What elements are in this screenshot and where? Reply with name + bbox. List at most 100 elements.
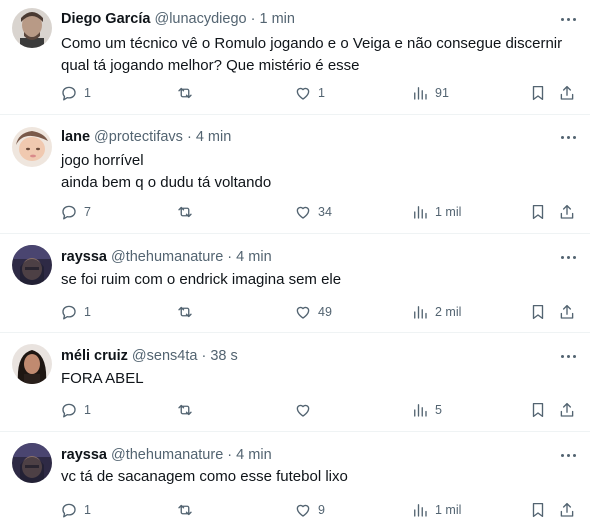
- like-button[interactable]: 49: [294, 300, 332, 324]
- tweet[interactable]: rayssa @thehumanature · 4 min se foi rui…: [0, 234, 590, 333]
- author-handle[interactable]: @thehumanature: [111, 249, 223, 265]
- tweet-text-line: FORA ABEL: [61, 370, 144, 387]
- tweet-actions: 7 34 1 mil: [0, 200, 590, 224]
- reply-icon: [62, 503, 76, 518]
- share-button[interactable]: [558, 398, 576, 422]
- timestamp[interactable]: 4 min: [196, 129, 231, 145]
- share-icon: [560, 304, 574, 319]
- reply-button[interactable]: 1: [60, 300, 91, 324]
- tweet-actions: 1 49 2 mil: [0, 300, 590, 324]
- like-button[interactable]: 9: [294, 498, 325, 522]
- avatar[interactable]: [12, 245, 52, 285]
- repost-button[interactable]: [176, 300, 200, 324]
- reply-icon: [62, 86, 76, 101]
- views-icon: [414, 404, 427, 417]
- separator: ·: [186, 129, 192, 145]
- views-count: 91: [435, 86, 449, 100]
- reply-count: 1: [84, 503, 91, 517]
- reply-button[interactable]: 1: [60, 398, 91, 422]
- bookmark-button[interactable]: [529, 200, 547, 224]
- like-count: 49: [318, 305, 332, 319]
- reply-count: 7: [84, 205, 91, 219]
- timestamp[interactable]: 38 s: [210, 348, 237, 364]
- tweet[interactable]: rayssa @thehumanature · 4 min vc tá de s…: [0, 432, 590, 528]
- repost-button[interactable]: [176, 200, 200, 224]
- avatar[interactable]: [12, 127, 52, 167]
- tweet-text: FORA ABEL: [61, 368, 566, 390]
- author-name[interactable]: rayssa: [61, 447, 107, 463]
- share-button[interactable]: [558, 81, 576, 105]
- author-handle[interactable]: @thehumanature: [111, 447, 223, 463]
- more-icon[interactable]: [558, 10, 578, 28]
- heart-icon: [296, 306, 310, 319]
- separator: ·: [227, 249, 233, 265]
- reply-icon: [62, 305, 76, 320]
- like-count: 1: [318, 86, 325, 100]
- repost-icon: [178, 206, 192, 218]
- views-button[interactable]: 1 mil: [411, 498, 461, 522]
- timestamp[interactable]: 1 min: [260, 11, 295, 27]
- share-button[interactable]: [558, 200, 576, 224]
- like-button[interactable]: [294, 398, 318, 422]
- bookmark-button[interactable]: [529, 300, 547, 324]
- repost-icon: [178, 87, 192, 99]
- like-button[interactable]: 34: [294, 200, 332, 224]
- reply-button[interactable]: 1: [60, 498, 91, 522]
- bookmark-icon: [532, 402, 544, 418]
- views-button[interactable]: 5: [411, 398, 442, 422]
- reply-icon: [62, 403, 76, 418]
- like-button[interactable]: 1: [294, 81, 325, 105]
- avatar[interactable]: [12, 8, 52, 48]
- bookmark-button[interactable]: [529, 498, 547, 522]
- share-button[interactable]: [558, 498, 576, 522]
- repost-button[interactable]: [176, 498, 200, 522]
- share-button[interactable]: [558, 300, 576, 324]
- more-icon[interactable]: [558, 248, 578, 266]
- more-icon[interactable]: [558, 128, 578, 146]
- author-handle[interactable]: @protectifavs: [94, 129, 183, 145]
- bookmark-icon: [532, 85, 544, 101]
- author-handle[interactable]: @sens4ta: [132, 348, 198, 364]
- tweet[interactable]: lane @protectifavs · 4 min jogo horrível…: [0, 115, 590, 234]
- separator: ·: [201, 348, 207, 364]
- tweet-text: jogo horrível ainda bem q o dudu tá volt…: [61, 150, 566, 194]
- reply-icon: [62, 205, 76, 220]
- views-icon: [414, 306, 427, 319]
- tweet-header: rayssa @thehumanature · 4 min: [61, 446, 550, 464]
- timestamp[interactable]: 4 min: [236, 447, 271, 463]
- repost-button[interactable]: [176, 81, 200, 105]
- author-name[interactable]: rayssa: [61, 249, 107, 265]
- tweet-text: se foi ruim com o endrick imagina sem el…: [61, 269, 566, 291]
- reply-button[interactable]: 1: [60, 81, 91, 105]
- tweet-actions: 1 5: [0, 398, 590, 422]
- bookmark-button[interactable]: [529, 398, 547, 422]
- more-icon[interactable]: [558, 347, 578, 365]
- bookmark-button[interactable]: [529, 81, 547, 105]
- more-icon[interactable]: [558, 446, 578, 464]
- views-button[interactable]: 91: [411, 81, 449, 105]
- avatar[interactable]: [12, 344, 52, 384]
- repost-button[interactable]: [176, 398, 200, 422]
- author-name[interactable]: méli cruiz: [61, 348, 128, 364]
- author-name[interactable]: lane: [61, 129, 90, 145]
- reply-count: 1: [84, 305, 91, 319]
- share-icon: [560, 204, 574, 219]
- reply-button[interactable]: 7: [60, 200, 91, 224]
- repost-icon: [178, 404, 192, 416]
- heart-icon: [296, 206, 310, 219]
- share-icon: [560, 402, 574, 417]
- views-button[interactable]: 1 mil: [411, 200, 461, 224]
- reply-feed: Diego García @lunacydiego · 1 min Como u…: [0, 0, 590, 528]
- tweet[interactable]: méli cruiz @sens4ta · 38 s FORA ABEL 1 5: [0, 333, 590, 432]
- tweet[interactable]: Diego García @lunacydiego · 1 min Como u…: [0, 0, 590, 115]
- share-icon: [560, 502, 574, 517]
- views-button[interactable]: 2 mil: [411, 300, 461, 324]
- reply-count: 1: [84, 403, 91, 417]
- timestamp[interactable]: 4 min: [236, 249, 271, 265]
- tweet-text: vc tá de sacanagem como esse futebol lix…: [61, 466, 566, 488]
- share-icon: [560, 85, 574, 100]
- heart-icon: [296, 504, 310, 517]
- avatar[interactable]: [12, 443, 52, 483]
- author-handle[interactable]: @lunacydiego: [154, 11, 246, 27]
- author-name[interactable]: Diego García: [61, 11, 150, 27]
